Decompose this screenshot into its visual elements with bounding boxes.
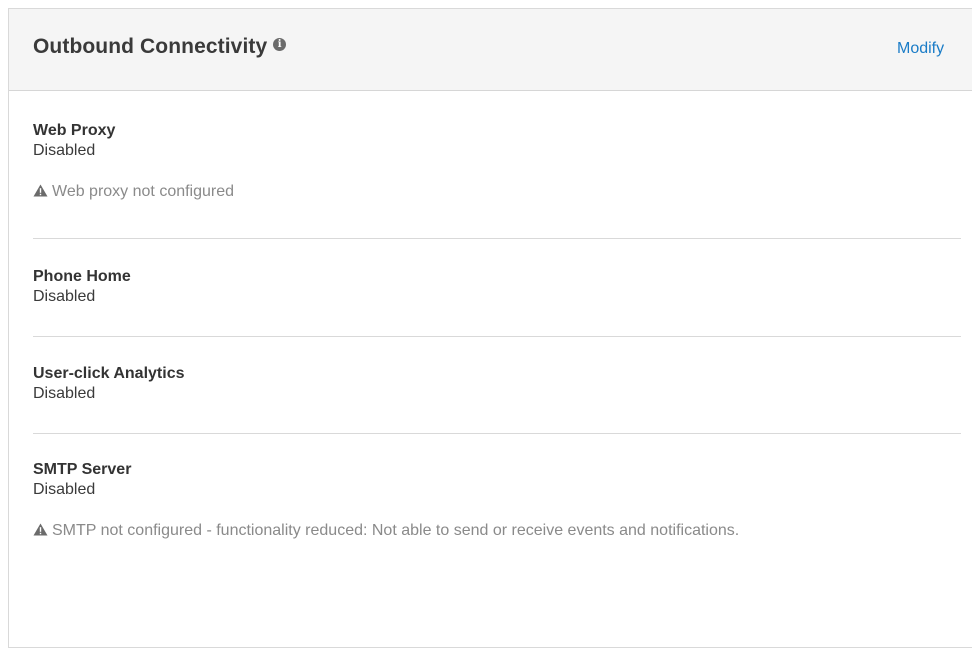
- warning-icon: [33, 182, 48, 204]
- section-status: Disabled: [33, 481, 96, 498]
- section-title: User-click Analytics: [33, 365, 185, 382]
- section-status: Disabled: [33, 142, 96, 159]
- section-status: Disabled: [33, 385, 96, 402]
- warning-text: Web proxy not configured: [52, 183, 235, 200]
- section-title: Phone Home: [33, 268, 131, 285]
- warning-text: SMTP not configured - functionality redu…: [52, 522, 740, 539]
- section-user-click-analytics: User-click Analytics Disabled: [33, 337, 961, 434]
- section-web-proxy: Web Proxy Disabled Web proxy not configu…: [33, 91, 961, 239]
- warning-icon: [33, 521, 48, 543]
- section-title: Web Proxy: [33, 122, 116, 139]
- warning-message: SMTP not configured - functionality redu…: [33, 520, 873, 543]
- panel-header: Outbound Connectivity i Modify: [9, 9, 972, 91]
- section-smtp-server: SMTP Server Disabled SMTP not configured…: [33, 434, 961, 604]
- panel-title: Outbound Connectivity: [33, 35, 268, 58]
- warning-message: Web proxy not configured: [33, 181, 873, 204]
- section-phone-home: Phone Home Disabled: [33, 239, 961, 337]
- modify-link[interactable]: Modify: [897, 40, 944, 58]
- section-status: Disabled: [33, 288, 96, 305]
- panel-title-wrapper: Outbound Connectivity i: [33, 35, 287, 59]
- section-title: SMTP Server: [33, 461, 132, 478]
- info-icon[interactable]: i: [273, 38, 287, 51]
- outbound-connectivity-panel: Outbound Connectivity i Modify Web Proxy …: [8, 8, 972, 648]
